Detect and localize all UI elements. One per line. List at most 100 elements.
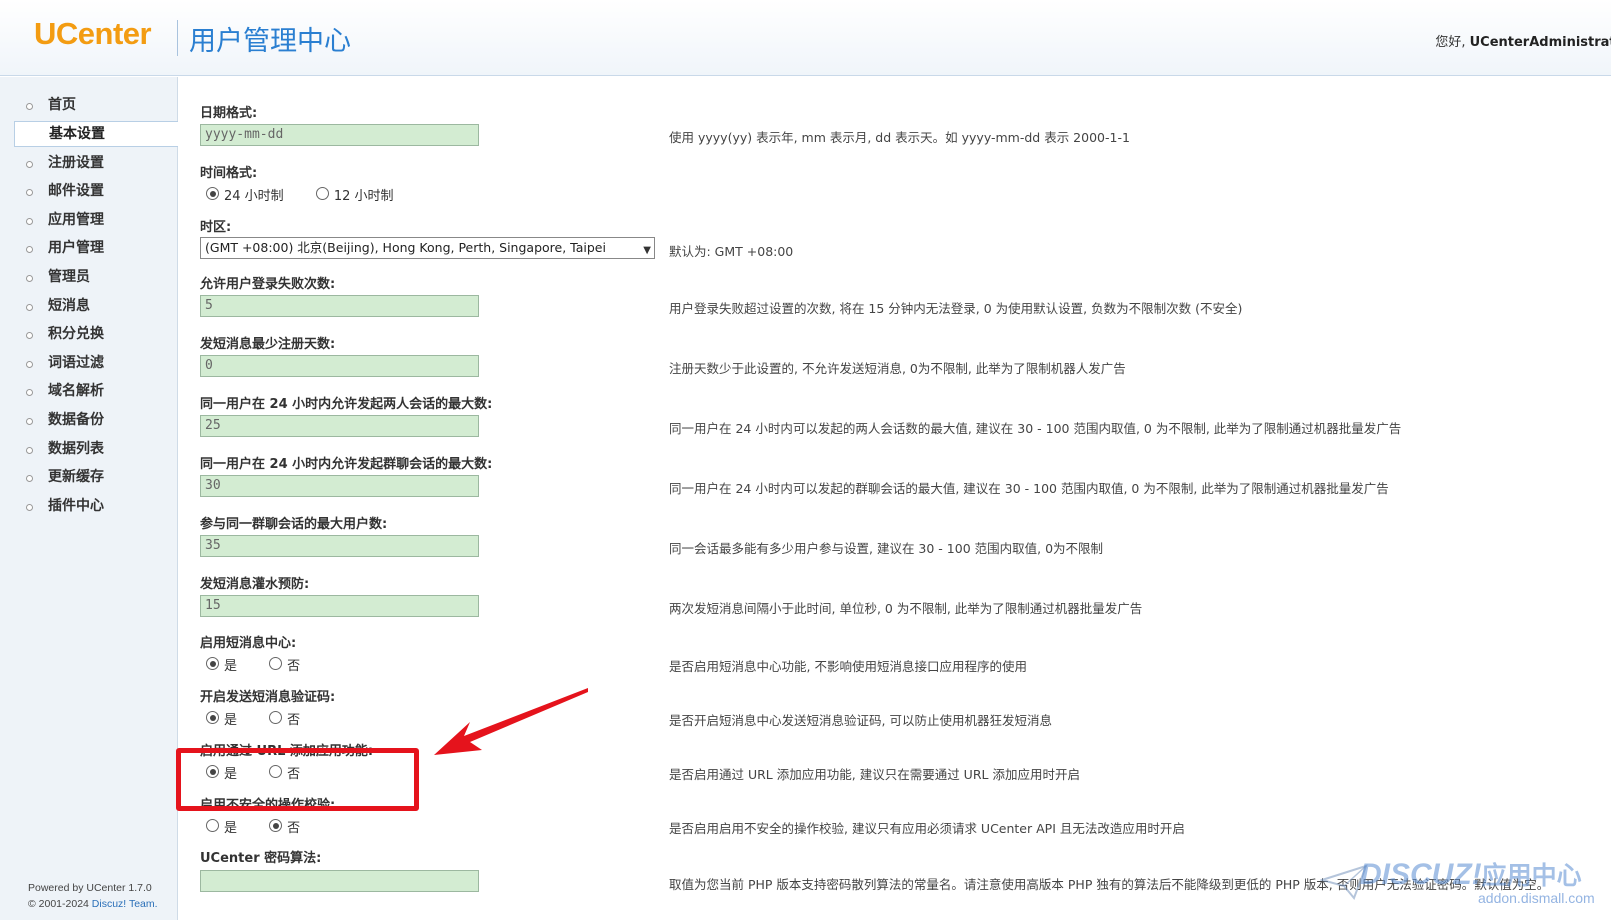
password-algo-label: UCenter 密码算法: xyxy=(200,851,322,866)
bullet-icon xyxy=(26,189,33,197)
sidebar-item-13[interactable]: 更新缓存 xyxy=(14,463,178,492)
pm-max-group-label: 同一用户在 24 小时内允许发起群聊会话的最大数: xyxy=(200,457,493,472)
sidebar-item-8[interactable]: 积分兑换 xyxy=(14,320,178,349)
pm-max-private-input[interactable]: 25 xyxy=(200,415,479,437)
radio-label: 否 xyxy=(287,821,301,836)
annotation-highlight-box xyxy=(176,748,419,811)
timezone-label: 时区: xyxy=(200,220,232,235)
radio-label: 是 xyxy=(224,821,238,836)
login-fail-desc: 用户登录失败超过设置的次数, 将在 15 分钟内无法登录, 0 为使用默认设置,… xyxy=(669,301,1243,316)
bullet-icon xyxy=(26,217,33,225)
bullet-icon xyxy=(26,246,33,254)
pm-max-group-input[interactable]: 30 xyxy=(200,475,479,497)
password-algo-input[interactable] xyxy=(200,870,479,892)
sidebar-item-2[interactable]: 注册设置 xyxy=(14,149,178,178)
radio-label: 24 小时制 xyxy=(224,189,284,204)
pm-min-days-desc: 注册天数少于此设置的, 不允许发送短消息, 0为不限制, 此举为了限制机器人发广… xyxy=(669,361,1126,376)
sidebar-item-0[interactable]: 首页 xyxy=(14,91,178,120)
pm-group-members-desc: 同一会话最多能有多少用户参与设置, 建议在 30 - 100 范围内取值, 0为… xyxy=(669,541,1104,556)
timezone-selected-value: (GMT +08:00) 北京(Beijing), Hong Kong, Per… xyxy=(205,240,606,255)
radio-dot xyxy=(315,187,329,200)
pm-flood-desc: 两次发短消息间隔小于此时间, 单位秒, 0 为不限制, 此举为了限制通过机器批量… xyxy=(669,601,1143,616)
pm-group-members-input[interactable]: 35 xyxy=(200,535,479,557)
pm-min-days-label: 发短消息最少注册天数: xyxy=(200,337,336,352)
bullet-icon xyxy=(26,389,33,397)
pm-seccode-no-radio[interactable]: 否 xyxy=(269,709,300,728)
bullet-icon xyxy=(26,503,33,511)
insecure-check-no-radio[interactable]: 否 xyxy=(269,817,300,836)
login-fail-label: 允许用户登录失败次数: xyxy=(200,277,336,292)
username-link[interactable]: UCenterAdministrator xyxy=(1470,35,1611,50)
watermark-domain: addon.dismall.com xyxy=(1478,890,1595,906)
sidebar-item-5[interactable]: 用户管理 xyxy=(14,234,178,263)
sidebar-item-label: 邮件设置 xyxy=(48,183,104,200)
sidebar-item-9[interactable]: 词语过滤 xyxy=(14,349,178,378)
radio-dot xyxy=(269,711,283,724)
date-format-input[interactable]: yyyy-mm-dd xyxy=(200,124,479,146)
time-format-24h-radio[interactable]: 24 小时制 xyxy=(206,185,284,204)
pm-seccode-yes-radio[interactable]: 是 xyxy=(206,709,237,728)
sidebar-item-7[interactable]: 短消息 xyxy=(14,292,178,321)
sidebar-item-3[interactable]: 邮件设置 xyxy=(14,177,178,206)
pm-center-no-radio[interactable]: 否 xyxy=(269,655,300,674)
copyright-text: © 2001-2024 xyxy=(28,898,89,910)
sidebar-item-14[interactable]: 插件中心 xyxy=(14,492,178,521)
radio-dot xyxy=(206,187,219,200)
bullet-icon xyxy=(26,103,33,110)
radio-label: 否 xyxy=(287,713,301,728)
sidebar-item-label: 管理员 xyxy=(48,268,90,285)
pm-seccode-radio-group: 是 否 xyxy=(206,709,328,728)
sidebar-item-label: 更新缓存 xyxy=(48,469,104,486)
discuz-watermark: DISCUZ!应用中心 addon.dismall.com xyxy=(1320,850,1611,920)
bullet-icon xyxy=(26,160,33,168)
pm-center-yes-radio[interactable]: 是 xyxy=(206,655,237,674)
pm-center-desc: 是否启用短消息中心功能, 不影响使用短消息接口应用程序的使用 xyxy=(669,659,1027,674)
sidebar-item-12[interactable]: 数据列表 xyxy=(14,435,178,464)
app-title: 用户管理中心 xyxy=(189,26,351,57)
date-format-label: 日期格式: xyxy=(200,106,258,121)
login-fail-input[interactable]: 5 xyxy=(200,295,479,317)
annotation-arrow-icon xyxy=(434,688,588,755)
timezone-select[interactable]: (GMT +08:00) 北京(Beijing), Hong Kong, Per… xyxy=(200,237,655,259)
watermark-brand: DISCUZ!应用中心 xyxy=(1360,856,1582,892)
sidebar-item-1[interactable]: 基本设置 xyxy=(14,120,178,147)
sidebar-item-label: 短消息 xyxy=(48,297,90,314)
bullet-icon xyxy=(26,274,33,282)
bullet-icon xyxy=(26,446,33,454)
insecure-check-radio-group: 是 否 xyxy=(206,817,328,836)
pm-max-private-desc: 同一用户在 24 小时内可以发起的两人会话数的最大值, 建议在 30 - 100… xyxy=(669,421,1402,436)
add-app-url-desc: 是否启用通过 URL 添加应用功能, 建议只在需要通过 URL 添加应用时开启 xyxy=(669,767,1080,782)
pm-max-group-desc: 同一用户在 24 小时内可以发起的群聊会话的最大值, 建议在 30 - 100 … xyxy=(669,481,1389,496)
timezone-desc: 默认为: GMT +08:00 xyxy=(669,244,794,259)
discuz-team-link[interactable]: Discuz! Team. xyxy=(92,898,158,910)
pm-seccode-desc: 是否开启短消息中心发送短消息验证码, 可以防止使用机器狂发短消息 xyxy=(669,713,1052,728)
logo-divider xyxy=(177,20,178,56)
pm-center-label: 启用短消息中心: xyxy=(200,636,297,651)
sidebar-item-label: 基本设置 xyxy=(49,125,105,142)
radio-dot xyxy=(206,819,219,832)
ucenter-logo[interactable]: UCenter xyxy=(34,16,152,52)
copyright: © 2001-2024 Discuz! Team. xyxy=(28,896,158,912)
pm-flood-input[interactable]: 15 xyxy=(200,595,479,617)
insecure-check-yes-radio[interactable]: 是 xyxy=(206,817,237,836)
radio-dot xyxy=(269,657,283,670)
pm-seccode-label: 开启发送短消息验证码: xyxy=(200,690,336,705)
radio-dot xyxy=(206,657,219,670)
sidebar-item-label: 数据备份 xyxy=(48,411,104,428)
pm-min-days-input[interactable]: 0 xyxy=(200,355,479,377)
radio-label: 否 xyxy=(287,659,301,674)
bullet-icon xyxy=(26,360,33,368)
sidebar-item-11[interactable]: 数据备份 xyxy=(14,406,178,435)
time-format-12h-radio[interactable]: 12 小时制 xyxy=(315,185,394,204)
sidebar-footer: Powered by UCenter 1.7.0 © 2001-2024 Dis… xyxy=(28,880,158,912)
radio-label: 是 xyxy=(224,659,238,674)
sidebar-item-6[interactable]: 管理员 xyxy=(14,263,178,292)
sidebar-item-label: 注册设置 xyxy=(48,154,104,171)
pm-flood-label: 发短消息灌水预防: xyxy=(200,577,310,592)
sidebar-item-label: 数据列表 xyxy=(48,440,104,457)
radio-dot xyxy=(269,819,283,832)
bullet-icon xyxy=(26,475,33,483)
sidebar-item-10[interactable]: 域名解析 xyxy=(14,377,178,406)
sidebar-item-4[interactable]: 应用管理 xyxy=(14,206,178,235)
sidebar-item-label: 首页 xyxy=(48,97,76,113)
